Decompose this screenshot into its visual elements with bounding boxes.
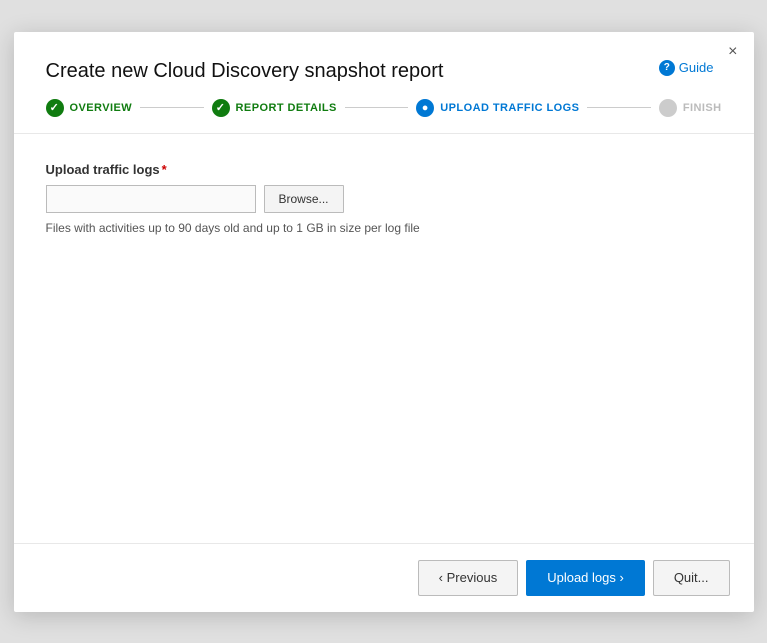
dialog-content: Upload traffic logs* Browse... Files wit…: [14, 134, 754, 543]
stepper: ✓ OVERVIEW ✓ REPORT DETAILS ● UPLOAD TRA…: [14, 99, 754, 134]
step-report-details-circle: ✓: [212, 99, 230, 117]
file-input[interactable]: [46, 185, 256, 213]
dialog-container: × ? Guide Create new Cloud Discovery sna…: [14, 32, 754, 612]
step-upload-label: UPLOAD TRAFFIC LOGS: [440, 102, 579, 114]
step-line-2: [345, 107, 408, 108]
step-upload-traffic-logs: ● UPLOAD TRAFFIC LOGS: [416, 99, 579, 117]
step-line-3: [587, 107, 650, 108]
step-line-1: [140, 107, 203, 108]
browse-button[interactable]: Browse...: [264, 185, 344, 213]
step-overview: ✓ OVERVIEW: [46, 99, 133, 117]
upload-logs-button[interactable]: Upload logs ›: [526, 560, 645, 596]
step-overview-circle: ✓: [46, 99, 64, 117]
step-finish-circle: [659, 99, 677, 117]
previous-button[interactable]: ‹ Previous: [418, 560, 519, 596]
quit-button[interactable]: Quit...: [653, 560, 730, 596]
step-finish: FINISH: [659, 99, 722, 117]
file-hint: Files with activities up to 90 days old …: [46, 221, 722, 235]
step-upload-circle: ●: [416, 99, 434, 117]
required-marker: *: [162, 162, 167, 177]
file-upload-row: Browse...: [46, 185, 722, 213]
step-report-details-label: REPORT DETAILS: [236, 102, 337, 114]
guide-label: Guide: [679, 60, 714, 75]
close-button[interactable]: ×: [728, 44, 737, 60]
guide-link[interactable]: ? Guide: [659, 60, 714, 76]
guide-icon: ?: [659, 60, 675, 76]
step-overview-label: OVERVIEW: [70, 102, 133, 114]
dialog-footer: ‹ Previous Upload logs › Quit...: [14, 543, 754, 612]
field-label: Upload traffic logs*: [46, 162, 722, 177]
step-finish-label: FINISH: [683, 102, 722, 114]
dialog-title: Create new Cloud Discovery snapshot repo…: [14, 32, 754, 99]
step-report-details: ✓ REPORT DETAILS: [212, 99, 337, 117]
